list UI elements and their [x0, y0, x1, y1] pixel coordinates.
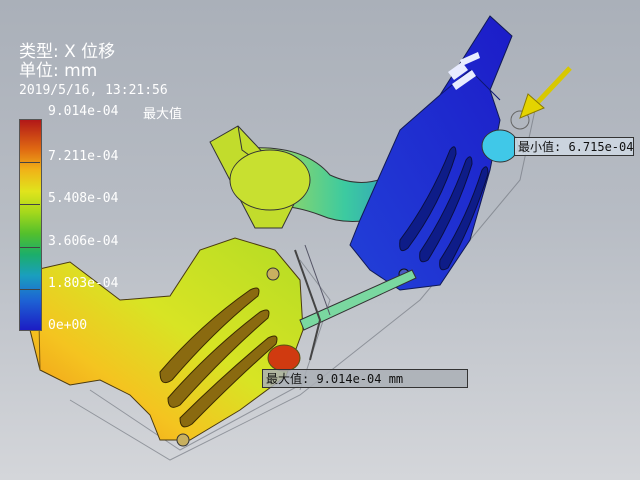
front-bolt	[176, 433, 190, 447]
legend-tick-mark	[20, 247, 40, 248]
legend-color-bar	[19, 119, 42, 331]
legend-tick-label: 0e+00	[48, 318, 88, 333]
legend-tick-label: 7.211e-04	[48, 149, 119, 164]
legend-max-value: 9.014e-04	[48, 104, 119, 119]
result-timestamp: 2019/5/16, 13:21:56	[19, 83, 168, 98]
legend-tick-mark	[20, 162, 40, 163]
max-value-callout[interactable]: 最大值: 9.014e-04 mm	[262, 369, 468, 388]
hub	[229, 149, 311, 211]
legend-tick-label: 1.803e-04	[48, 276, 119, 291]
graphics-viewport[interactable]: 类型: X 位移 单位: mm 2019/5/16, 13:21:56 9.01…	[0, 0, 640, 480]
legend-tick-mark	[20, 204, 40, 205]
result-type: 类型: X 位移	[19, 42, 116, 62]
min-value-callout[interactable]: 最小值: 6.715e-04	[514, 137, 634, 156]
legend-tick-label: 3.606e-04	[48, 234, 119, 249]
result-unit: 单位: mm	[19, 61, 98, 81]
front-arc-body	[29, 237, 304, 441]
legend-max-tag: 最大值	[143, 107, 183, 122]
min-arrow-icon	[519, 66, 572, 119]
max-region	[267, 344, 301, 372]
legend-tick-mark	[20, 289, 40, 290]
legend-tick-label: 5.408e-04	[48, 191, 119, 206]
min-region	[481, 129, 519, 163]
